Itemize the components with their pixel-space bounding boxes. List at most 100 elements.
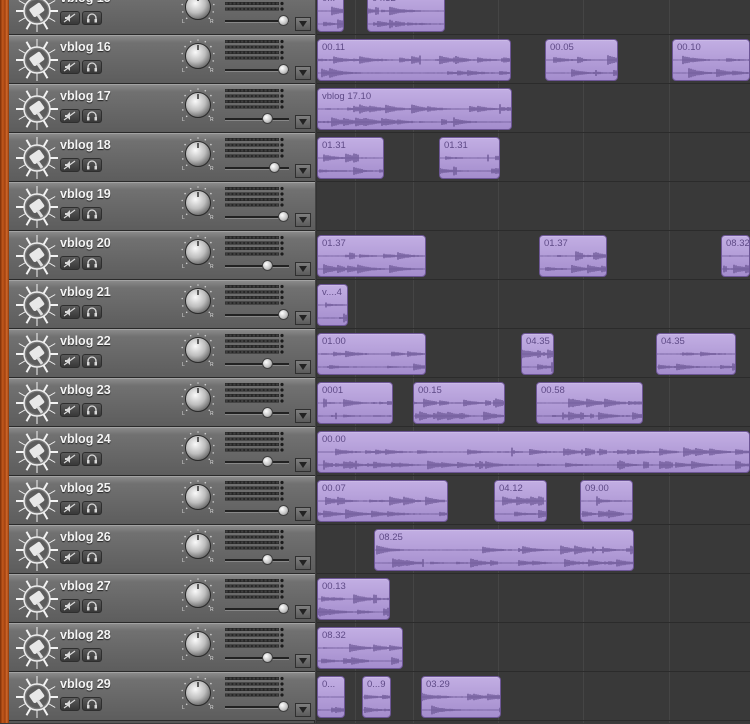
audio-region[interactable]: 0... [317,676,345,718]
mute-button[interactable] [60,158,80,172]
track-menu-button[interactable] [295,115,311,129]
track-menu-button[interactable] [295,703,311,717]
track-menu-button[interactable] [295,66,311,80]
pan-knob[interactable]: LR [181,39,215,74]
volume-slider[interactable] [225,505,291,519]
volume-slider-thumb[interactable] [277,701,289,712]
solo-button[interactable] [82,648,102,662]
mute-button[interactable] [60,354,80,368]
volume-slider-thumb[interactable] [277,309,289,320]
volume-slider-thumb[interactable] [277,15,289,26]
audio-region[interactable]: 0... [317,0,344,32]
instrument-icon[interactable] [15,381,59,425]
volume-slider-thumb[interactable] [269,162,281,173]
volume-slider-thumb[interactable] [277,505,289,516]
track-header[interactable]: vblog 26 L R [9,525,315,574]
volume-slider-thumb[interactable] [261,358,273,369]
track-menu-button[interactable] [295,458,311,472]
track-menu-button[interactable] [295,164,311,178]
audio-region[interactable]: 08.32 [317,627,403,669]
solo-button[interactable] [82,697,102,711]
track-name[interactable]: vblog 29 [60,677,111,691]
solo-button[interactable] [82,60,102,74]
audio-region[interactable]: 00.05 [545,39,618,81]
mute-button[interactable] [60,648,80,662]
solo-button[interactable] [82,158,102,172]
track-menu-button[interactable] [295,311,311,325]
solo-button[interactable] [82,207,102,221]
pan-knob[interactable]: LR [181,235,215,270]
volume-slider[interactable] [225,64,291,78]
track-header[interactable]: vblog 29 L R [9,672,315,721]
volume-slider-thumb[interactable] [261,407,273,418]
track-menu-button[interactable] [295,262,311,276]
volume-slider[interactable] [225,162,291,176]
volume-slider[interactable] [225,309,291,323]
audio-region[interactable]: 08.25 [374,529,634,571]
track-menu-button[interactable] [295,507,311,521]
pan-knob[interactable]: LR [181,88,215,123]
instrument-icon[interactable] [15,479,59,523]
track-name[interactable]: vblog 22 [60,334,111,348]
instrument-icon[interactable] [15,332,59,376]
solo-button[interactable] [82,501,102,515]
track-header[interactable]: vblog 23 L R [9,378,315,427]
audio-region[interactable]: 00.07 [317,480,448,522]
mute-button[interactable] [60,550,80,564]
audio-region[interactable]: v....4 [317,284,348,326]
audio-region[interactable]: 00.58 [536,382,643,424]
track-header[interactable]: vblog 20 L R [9,231,315,280]
instrument-icon[interactable] [15,87,59,131]
track-name[interactable]: vblog 25 [60,481,111,495]
track-menu-button[interactable] [295,409,311,423]
volume-slider[interactable] [225,701,291,715]
solo-button[interactable] [82,11,102,25]
instrument-icon[interactable] [15,0,59,33]
track-name[interactable]: vblog 18 [60,138,111,152]
volume-slider[interactable] [225,554,291,568]
track-header[interactable]: vblog 19 L R [9,182,315,231]
volume-slider[interactable] [225,15,291,29]
audio-region[interactable]: 08.32 [721,235,750,277]
pan-knob[interactable]: LR [181,627,215,662]
mute-button[interactable] [60,403,80,417]
solo-button[interactable] [82,599,102,613]
pan-knob[interactable]: LR [181,529,215,564]
pan-knob[interactable]: LR [181,333,215,368]
track-header[interactable]: vblog 27 L R [9,574,315,623]
audio-region[interactable]: 00.11 [317,39,511,81]
track-name[interactable]: vblog 27 [60,579,111,593]
track-menu-button[interactable] [295,556,311,570]
audio-region[interactable]: 04.35 [656,333,736,375]
instrument-icon[interactable] [15,136,59,180]
track-name[interactable]: vblog 19 [60,187,111,201]
audio-region[interactable]: 03.29 [421,676,501,718]
audio-region[interactable]: 01.31 [317,137,384,179]
volume-slider[interactable] [225,652,291,666]
volume-slider[interactable] [225,358,291,372]
track-menu-button[interactable] [295,213,311,227]
track-name[interactable]: vblog 28 [60,628,111,642]
track-header[interactable]: vblog 17 L R [9,84,315,133]
audio-region[interactable]: 04.12 [494,480,547,522]
mute-button[interactable] [60,256,80,270]
audio-region[interactable]: 00.10 [672,39,750,81]
solo-button[interactable] [82,256,102,270]
track-name[interactable]: vblog 17 [60,89,111,103]
mute-button[interactable] [60,501,80,515]
solo-button[interactable] [82,550,102,564]
audio-region[interactable]: 0...9 [362,676,391,718]
pan-knob[interactable]: LR [181,137,215,172]
track-header[interactable]: vblog 28 L R [9,623,315,672]
audio-region[interactable]: 00.00 [317,431,750,473]
mute-button[interactable] [60,109,80,123]
timeline-area[interactable]: 0... 04.32 00.11 00.05 00.10 vblog 17.10 01.31… [317,0,750,723]
mute-button[interactable] [60,207,80,221]
track-header[interactable]: vblog 18 L R [9,133,315,182]
solo-button[interactable] [82,305,102,319]
track-name[interactable]: vblog 15 [60,0,111,5]
mute-button[interactable] [60,452,80,466]
volume-slider[interactable] [225,407,291,421]
volume-slider[interactable] [225,603,291,617]
pan-knob[interactable]: LR [181,0,215,25]
